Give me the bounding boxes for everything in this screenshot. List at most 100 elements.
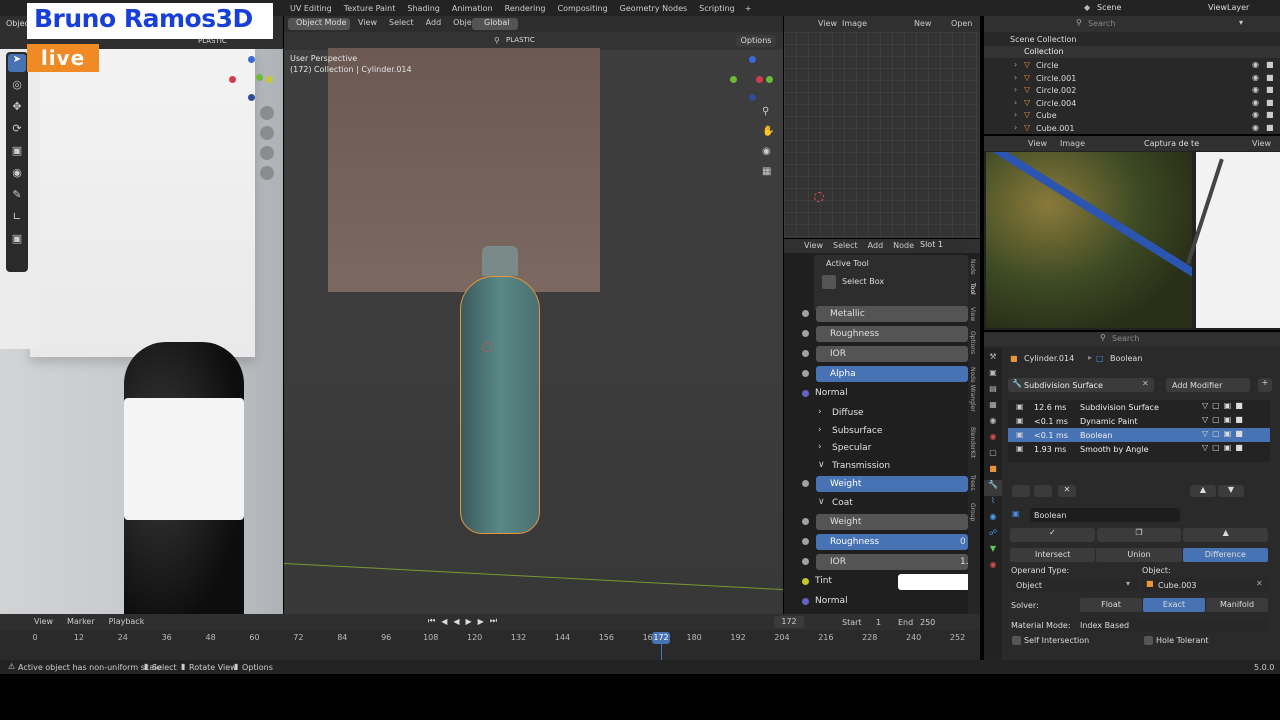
image-editor-top-view[interactable]: View — [818, 19, 837, 28]
orientation-selector[interactable]: Global — [472, 18, 518, 30]
scene-collection[interactable]: Scene Collection — [1010, 35, 1077, 44]
modifier-visibility-icons[interactable]: ▽▢▣■ — [1202, 429, 1247, 438]
timeline-menu-item[interactable]: Marker — [67, 617, 95, 626]
node-socket-row[interactable]: Roughness 0 — [784, 533, 970, 551]
solver-button[interactable]: Exact — [1143, 598, 1205, 612]
node-socket-row[interactable]: › Diffuse — [784, 405, 970, 423]
solver-button[interactable]: Float — [1080, 598, 1142, 612]
node-menu-item[interactable]: Select — [833, 241, 858, 250]
end-field[interactable]: 250 — [920, 618, 935, 627]
play-icon[interactable]: ▶ — [466, 617, 472, 626]
collection-tab-icon[interactable]: ▢ — [984, 448, 1002, 464]
measure-tool-icon[interactable]: ∟ — [8, 210, 26, 226]
boolean-op-button[interactable]: Difference — [1182, 548, 1268, 562]
hole-tolerant-checkbox[interactable] — [1144, 636, 1153, 645]
left-nav-gizmo[interactable] — [226, 54, 276, 104]
list-toggle-remove[interactable]: ✕ — [1058, 485, 1076, 497]
image-editor-bottom-view[interactable]: View — [1028, 139, 1047, 148]
prev-keyframe-icon[interactable]: ◀ — [441, 617, 447, 626]
main-menu-item[interactable]: Select — [389, 18, 414, 27]
main-nav-gizmo[interactable] — [726, 54, 778, 106]
node-sidebar-tab[interactable]: Group — [969, 503, 976, 521]
move-tool-icon[interactable]: ✥ — [8, 100, 26, 116]
workspace-tab[interactable]: Geometry Nodes — [614, 1, 693, 16]
modifier-list-item[interactable]: ▣ <0.1 ms Dynamic Paint ▽▢▣■ — [1008, 414, 1270, 428]
node-socket-row[interactable]: IOR 1. — [784, 553, 970, 571]
node-socket-row[interactable]: Tint — [784, 573, 970, 591]
image-editor-top[interactable]: View Image New Open — [784, 16, 980, 238]
node-menu-item[interactable]: Add — [868, 241, 884, 250]
expand-arrow-icon[interactable]: › — [1014, 60, 1017, 69]
data-tab-icon[interactable]: ▼ — [984, 544, 1002, 560]
node-field[interactable]: Metallic — [816, 306, 968, 322]
eye-icon[interactable]: ◉ — [1252, 85, 1259, 94]
list-toggle-apply[interactable] — [1034, 485, 1052, 497]
view-layer-tab-icon[interactable]: ▦ — [984, 400, 1002, 416]
workspace-tab[interactable]: UV Editing — [284, 1, 338, 16]
view-layer-selector[interactable]: ViewLayer — [1208, 3, 1249, 12]
add-modifier-plus[interactable]: + — [1258, 378, 1272, 392]
playhead[interactable]: 172 — [652, 632, 670, 644]
move-down-button[interactable]: ▼ — [1218, 485, 1244, 497]
self-intersection-checkbox[interactable] — [1012, 636, 1021, 645]
modifier-visibility-icons[interactable]: ▽▢▣■ — [1202, 401, 1247, 410]
eye-icon[interactable]: ◉ — [1252, 123, 1259, 132]
scene-tab-icon[interactable]: ◉ — [984, 416, 1002, 432]
properties-editor[interactable]: ⚒ ▣ ▤ ▦ ◉ ◉ ▢ ■ 🔧 ⌇ ◉ ☍ ▼ ◉ ⚲ Search ■ C… — [984, 332, 1280, 664]
particles-tab-icon[interactable]: ⌇ — [984, 496, 1002, 512]
image-editor-bottom-image[interactable]: Image — [1060, 139, 1085, 148]
node-field[interactable]: Weight — [816, 513, 968, 530]
copy-icon[interactable]: ❐ — [1096, 528, 1182, 542]
left-tab[interactable]: Objec — [6, 19, 29, 28]
image-editor-bottom-view-2[interactable]: View — [1252, 139, 1271, 148]
list-toggle-edit[interactable] — [1012, 485, 1030, 497]
timeline-menu-item[interactable]: Playback — [109, 617, 145, 626]
modifier-visibility-icons[interactable]: ▽▢▣■ — [1202, 443, 1247, 452]
node-field[interactable]: Alpha — [816, 366, 968, 382]
start-field[interactable]: 1 — [876, 618, 881, 627]
options-button[interactable]: Options — [736, 35, 776, 47]
move-up-button[interactable]: ▲ — [1190, 485, 1216, 497]
node-field[interactable]: Weight — [816, 476, 968, 492]
node-socket-row[interactable]: Alpha — [784, 365, 970, 383]
transform-tool-icon[interactable]: ◉ — [8, 166, 26, 182]
modifier-list-item[interactable]: ▣ <0.1 ms Boolean ▽▢▣■ — [1008, 428, 1270, 442]
jump-start-icon[interactable]: ⏮ — [428, 616, 435, 626]
outliner-item[interactable]: › ▽ Circle ◉ ■ — [984, 59, 1280, 72]
camera-restrict-icon[interactable]: ■ — [1266, 85, 1274, 94]
node-socket-row[interactable]: ∨ Transmission — [784, 458, 970, 476]
boolean-name-field[interactable]: Boolean — [1030, 508, 1180, 522]
node-field[interactable]: IOR — [816, 346, 968, 362]
node-socket-row[interactable]: ∨ Coat — [784, 495, 970, 513]
add-workspace-button[interactable]: + — [741, 1, 756, 16]
workspace-tab[interactable]: Compositing — [552, 1, 614, 16]
main-hand-icon[interactable]: ✋ — [762, 126, 776, 140]
main-grid-icon[interactable]: ▦ — [762, 166, 776, 180]
modifier-list-item[interactable]: ▣ 1.93 ms Smooth by Angle ▽▢▣■ — [1008, 442, 1270, 456]
node-sidebar-tab[interactable]: Node — [969, 259, 976, 275]
image-editor-top-image[interactable]: Image — [842, 19, 867, 28]
output-tab-icon[interactable]: ▤ — [984, 384, 1002, 400]
outliner-search[interactable]: Search — [1088, 19, 1115, 28]
zoom-icon[interactable] — [260, 106, 274, 120]
modifier-list-item[interactable]: ▣ 12.6 ms Subdivision Surface ▽▢▣■ — [1008, 400, 1270, 414]
grid-icon[interactable] — [260, 166, 274, 180]
left-viewport[interactable]: Objec PLASTIC ➤ ◎ ✥ ⟳ ▣ ◉ ✎ ∟ ▣ — [0, 16, 283, 614]
main-menu-item[interactable]: Add — [426, 18, 442, 27]
render-tab-icon[interactable]: ▣ — [984, 368, 1002, 384]
add-modifier-button[interactable]: Add Modifier — [1166, 378, 1250, 392]
filter-icon[interactable]: ▾ — [1239, 18, 1243, 27]
tool-tab-icon[interactable]: ⚒ — [984, 352, 1002, 368]
expand-arrow-icon[interactable]: › — [1014, 85, 1017, 94]
outliner-item[interactable]: › ▽ Circle.002 ◉ ■ — [984, 84, 1280, 97]
hand-icon[interactable] — [260, 126, 274, 140]
expand-arrow-icon[interactable]: › — [1014, 98, 1017, 107]
workspace-tab[interactable]: Animation — [446, 1, 499, 16]
next-keyframe-icon[interactable]: ▶ — [478, 617, 484, 626]
camera-restrict-icon[interactable]: ■ — [1266, 60, 1274, 69]
workspace-tab[interactable]: Scripting — [693, 1, 741, 16]
eye-icon[interactable]: ◉ — [1252, 98, 1259, 107]
play-reverse-icon[interactable]: ◀ — [453, 617, 459, 626]
workspace-tab[interactable]: Rendering — [499, 1, 552, 16]
main-menu-item[interactable]: View — [358, 18, 377, 27]
